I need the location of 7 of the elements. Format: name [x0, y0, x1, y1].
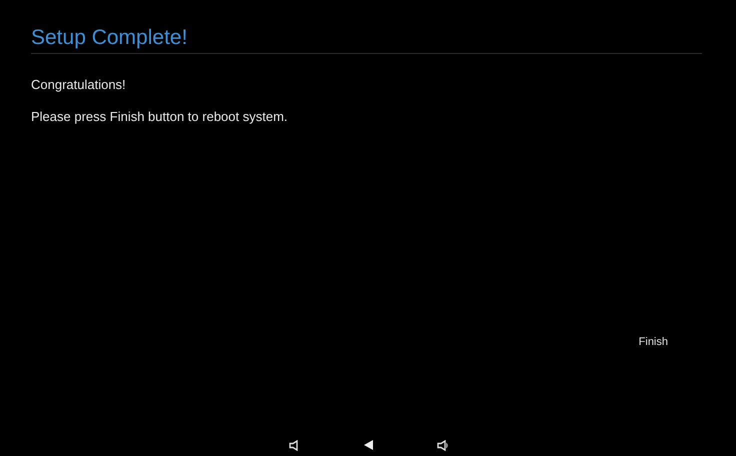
message-text: Please press Finish button to reboot system. [31, 109, 289, 124]
back-icon[interactable] [364, 440, 372, 450]
page-title: Setup Complete! [31, 25, 188, 51]
finish-button[interactable]: Finish [636, 334, 670, 350]
speaker-icon[interactable] [288, 440, 300, 450]
message-text: Congratulations! [31, 77, 127, 92]
speaker-icon[interactable] [436, 440, 448, 450]
